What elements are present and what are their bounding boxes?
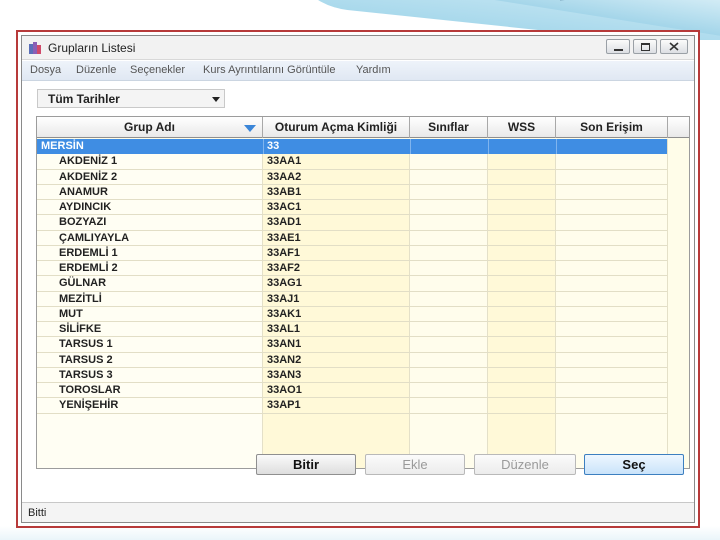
table-row[interactable]: TARSUS 2 33AN2: [37, 353, 667, 368]
slide-decoration-bottom: [0, 526, 720, 540]
date-filter-dropdown[interactable]: Tüm Tarihler: [37, 89, 225, 108]
table-row[interactable]: GÜLNAR 33AG1: [37, 276, 667, 292]
date-filter-value: Tüm Tarihler: [48, 92, 120, 106]
table-row[interactable]: MEZİTLİ 33AJ1: [37, 292, 667, 307]
login-id-cell: 33AD1: [267, 216, 302, 229]
group-name-cell: ERDEMLİ 2: [59, 262, 118, 274]
login-id-cell: 33AA2: [267, 170, 302, 183]
menu-dosya[interactable]: Dosya: [30, 64, 61, 76]
table-row[interactable]: ERDEMLİ 2 33AF2: [37, 261, 667, 277]
group-name-cell: TARSUS 1: [59, 338, 113, 351]
login-id-cell: 33AE1: [267, 231, 301, 244]
table-row[interactable]: AKDENİZ 2 33AA2: [37, 170, 667, 185]
group-name-cell: ERDEMLİ 1: [59, 246, 118, 259]
maximize-button[interactable]: [633, 39, 657, 54]
login-id-cell: 33AO1: [267, 384, 302, 396]
group-table: Grup Adı Oturum Açma Kimliği Sınıflar WS…: [36, 116, 690, 469]
window-title: Grupların Listesi: [48, 41, 136, 55]
group-name-cell: MEZİTLİ: [59, 292, 102, 305]
login-id-cell: 33AP1: [267, 399, 301, 412]
table-row[interactable]: SİLİFKE 33AL1: [37, 322, 667, 338]
finish-button[interactable]: Bitir: [256, 454, 356, 475]
group-name-cell: ANAMUR: [59, 185, 108, 198]
group-name-cell: GÜLNAR: [59, 277, 107, 290]
close-button[interactable]: [660, 39, 688, 54]
login-id-cell: 33AA1: [267, 155, 302, 168]
minimize-icon: [607, 40, 629, 53]
menu-kurs-ayrintilari[interactable]: Kurs Ayrıntılarını Görüntüle: [203, 64, 335, 76]
minimize-button[interactable]: [606, 39, 630, 54]
login-id-cell: 33AL1: [267, 323, 301, 335]
table-row[interactable]: TARSUS 3 33AN3: [37, 368, 667, 383]
table-row[interactable]: AKDENİZ 1 33AA1: [37, 154, 667, 170]
login-id-cell: 33AB1: [267, 185, 302, 198]
group-name-cell: TARSUS 2: [59, 353, 113, 366]
table-row[interactable]: ERDEMLİ 1 33AF1: [37, 246, 667, 261]
group-name-cell: TARSUS 3: [59, 368, 113, 381]
main-content: Tüm Tarihler Grup Adı Oturum Açma Kimliğ…: [23, 82, 693, 492]
status-bar: Bitti: [22, 502, 694, 522]
app-window: Grupların Listesi Dosya Düzenle Seçenekl…: [21, 35, 695, 523]
login-id-cell: 33AG1: [267, 277, 302, 290]
table-row[interactable]: MUT 33AK1: [37, 307, 667, 322]
table-header: Grup Adı Oturum Açma Kimliği Sınıflar WS…: [37, 117, 689, 138]
login-id-cell: 33AF2: [267, 262, 301, 274]
select-button[interactable]: Seç: [584, 454, 684, 475]
table-row[interactable]: TARSUS 1 33AN1: [37, 337, 667, 353]
group-name-cell: ÇAMLIYAYLA: [59, 231, 130, 244]
menu-secenekler[interactable]: Seçenekler: [130, 64, 185, 76]
close-icon: [661, 40, 687, 53]
group-name-cell: AYDINCIK: [59, 201, 112, 213]
group-name-cell: AKDENİZ 1: [59, 155, 118, 168]
table-row[interactable]: BOZYAZI 33AD1: [37, 215, 667, 231]
column-header-login-id[interactable]: Oturum Açma Kimliği: [263, 117, 410, 138]
maximize-icon: [634, 40, 656, 53]
login-id-cell: 33AF1: [267, 246, 301, 259]
table-body: MERSİN 33 AKDENİZ 1 33AA1 AKDENİZ 2 33AA2 ANAM…: [37, 139, 689, 468]
table-row[interactable]: TOROSLAR 33AO1: [37, 383, 667, 399]
login-id-cell: 33AC1: [267, 201, 302, 213]
table-row[interactable]: YENİŞEHİR 33AP1: [37, 398, 667, 414]
table-row[interactable]: ANAMUR 33AB1: [37, 185, 667, 200]
login-id-cell: 33AJ1: [267, 292, 300, 305]
menu-yardim[interactable]: Yardım: [356, 64, 391, 76]
sort-descending-icon: [244, 125, 256, 132]
add-button[interactable]: Ekle: [365, 454, 465, 475]
highlight-frame: Grupların Listesi Dosya Düzenle Seçenekl…: [16, 30, 700, 528]
column-header-wss[interactable]: WSS: [488, 117, 556, 138]
column-header-group-name[interactable]: Grup Adı: [37, 117, 263, 138]
menu-bar: Dosya Düzenle Seçenekler Kurs Ayrıntılar…: [22, 61, 694, 81]
group-name-cell: SİLİFKE: [59, 323, 102, 335]
chevron-down-icon: [212, 97, 220, 102]
column-header-last-access[interactable]: Son Erişim: [556, 117, 668, 138]
login-id-cell: 33AN1: [267, 338, 302, 351]
title-bar[interactable]: Grupların Listesi: [22, 36, 694, 60]
table-row[interactable]: ÇAMLIYAYLA 33AE1: [37, 231, 667, 246]
login-id-cell: 33AK1: [267, 307, 302, 320]
app-icon: [28, 41, 42, 55]
edit-button[interactable]: Düzenle: [474, 454, 576, 475]
login-id-cell: 33AN2: [267, 353, 302, 366]
menu-duzenle[interactable]: Düzenle: [76, 64, 116, 76]
group-name-cell: BOZYAZI: [59, 216, 107, 229]
login-id-cell: 33: [267, 140, 280, 152]
column-header-classes[interactable]: Sınıflar: [410, 117, 488, 138]
group-name-cell: AKDENİZ 2: [59, 170, 118, 183]
table-row[interactable]: AYDINCIK 33AC1: [37, 200, 667, 216]
group-name-cell: MERSİN: [41, 140, 84, 152]
group-name-cell: MUT: [59, 307, 83, 320]
group-name-cell: YENİŞEHİR: [59, 399, 119, 412]
table-row[interactable]: MERSİN 33: [37, 139, 667, 155]
login-id-cell: 33AN3: [267, 368, 302, 381]
status-text: Bitti: [28, 507, 47, 519]
group-name-cell: TOROSLAR: [59, 384, 121, 396]
